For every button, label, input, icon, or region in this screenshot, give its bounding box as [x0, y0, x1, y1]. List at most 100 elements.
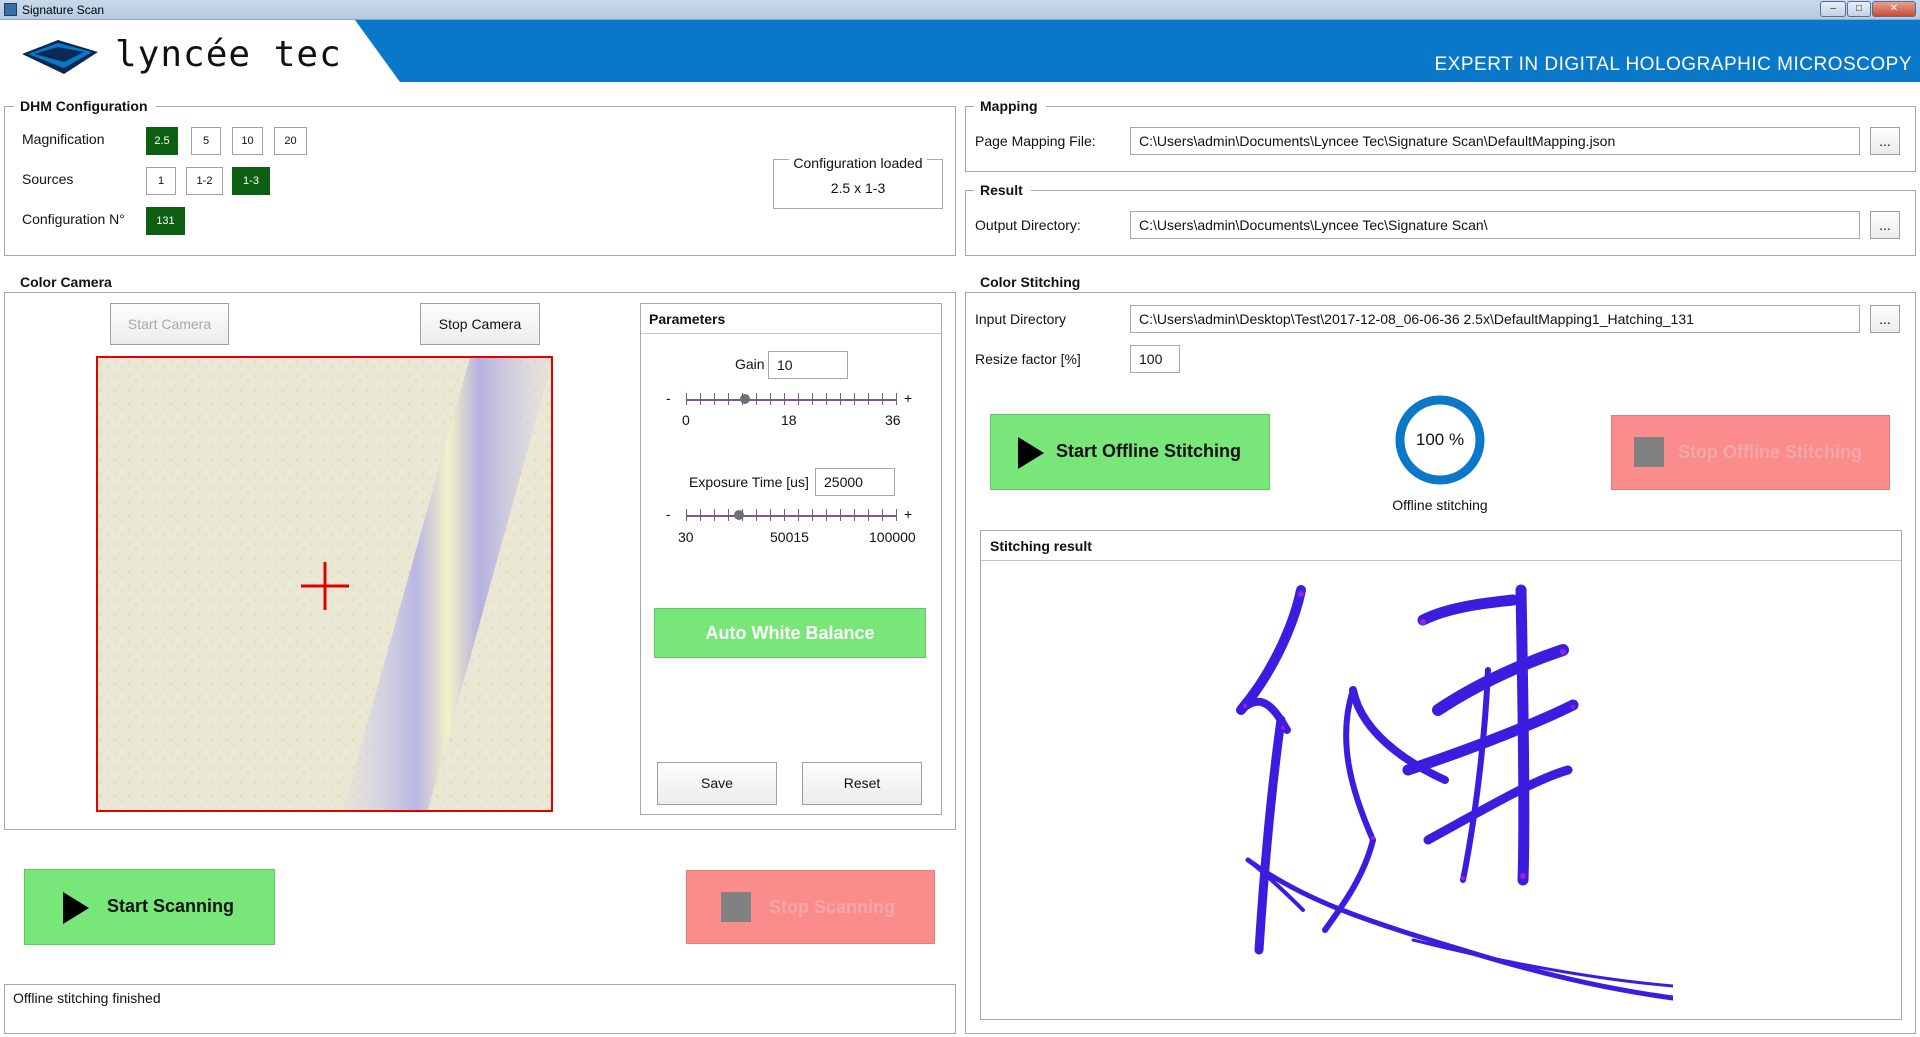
crosshair-icon	[301, 562, 349, 610]
progress-label: Offline stitching	[1392, 497, 1488, 513]
magnification-10-button[interactable]: 10	[232, 127, 263, 155]
gain-input[interactable]: 10	[768, 351, 848, 379]
stop-scanning-button[interactable]: Stop Scanning	[686, 870, 935, 944]
stitching-result-title: Stitching result	[990, 538, 1092, 554]
auto-white-balance-button[interactable]: Auto White Balance	[654, 608, 926, 658]
slider-tick	[812, 509, 813, 521]
app-header: lyncée tec EXPERT IN DIGITAL HOLOGRAPHIC…	[0, 20, 1920, 82]
maximize-icon[interactable]: □	[1847, 1, 1871, 17]
slider-tick	[784, 393, 785, 405]
magnification-5-button[interactable]: 5	[191, 127, 221, 155]
slider-tick	[854, 509, 855, 521]
start-scanning-button[interactable]: Start Scanning	[24, 869, 275, 945]
source-1-button[interactable]: 1	[146, 167, 176, 195]
config-status-title-text: Configuration loaded	[789, 155, 927, 171]
slider-tick	[826, 393, 827, 405]
start-offline-stitching-button[interactable]: Start Offline Stitching	[990, 414, 1270, 490]
close-icon[interactable]: ✕	[1872, 1, 1916, 17]
mapping-file-input[interactable]: C:\Users\admin\Documents\Lyncee Tec\Sign…	[1130, 127, 1860, 155]
gain-minus-button[interactable]: -	[666, 390, 671, 406]
stop-camera-button[interactable]: Stop Camera	[420, 303, 540, 345]
slider-tick	[784, 509, 785, 521]
mapping-browse-button[interactable]: ...	[1870, 127, 1900, 155]
slider-tick	[882, 509, 883, 521]
stop-offline-stitching-button[interactable]: Stop Offline Stitching	[1611, 415, 1890, 490]
start-camera-button[interactable]: Start Camera	[110, 303, 229, 345]
slider-tick	[868, 509, 869, 521]
minimize-icon[interactable]: –	[1820, 1, 1846, 17]
input-directory-input[interactable]: C:\Users\admin\Desktop\Test\2017-12-08_0…	[1130, 305, 1860, 333]
exposure-slider-track	[686, 515, 896, 517]
magnification-label: Magnification	[22, 131, 105, 147]
exposure-tick-min: 30	[678, 529, 694, 545]
play-icon	[63, 892, 89, 924]
slider-tick	[686, 393, 687, 405]
exposure-tick-mid: 50015	[770, 529, 809, 545]
slider-tick	[700, 393, 701, 405]
slider-tick	[742, 393, 743, 405]
output-directory-label: Output Directory:	[975, 217, 1081, 233]
magnification-2.5-button[interactable]: 2.5	[146, 127, 178, 155]
source-1-3-button[interactable]: 1-3	[232, 167, 270, 195]
slider-tick	[700, 509, 701, 521]
gain-slider[interactable]	[686, 391, 897, 407]
slider-tick	[798, 393, 799, 405]
brand-name: lyncée tec	[115, 34, 342, 75]
lyncee-logo-icon	[22, 40, 98, 74]
config-status-title: Configuration loaded	[773, 155, 943, 171]
configuration-number-label: Configuration N°	[22, 211, 125, 227]
mapping-title: Mapping	[974, 98, 1046, 114]
exposure-label: Exposure Time [us]	[689, 474, 809, 490]
stop-scanning-label: Stop Scanning	[769, 897, 895, 917]
slider-tick	[742, 509, 743, 521]
slider-tick	[728, 509, 729, 521]
exposure-slider[interactable]	[686, 507, 897, 523]
slider-tick	[714, 509, 715, 521]
slider-tick	[798, 509, 799, 521]
gain-plus-button[interactable]: +	[904, 390, 912, 406]
parameters-group	[640, 303, 942, 815]
slider-tick	[756, 393, 757, 405]
status-text: Offline stitching finished	[13, 990, 161, 1006]
slider-tick	[840, 393, 841, 405]
stop-icon	[721, 892, 751, 922]
start-scanning-label: Start Scanning	[107, 896, 235, 916]
slider-tick	[896, 393, 897, 405]
gain-tick-max: 36	[885, 412, 901, 428]
color-camera-title: Color Camera	[14, 274, 120, 290]
config-status-value: 2.5 x 1-3	[830, 180, 886, 196]
parameters-title: Parameters	[649, 311, 726, 327]
resize-factor-input[interactable]: 100	[1130, 345, 1180, 373]
input-browse-button[interactable]: ...	[1870, 305, 1900, 333]
reset-button[interactable]: Reset	[802, 762, 922, 805]
gain-label: Gain	[735, 356, 765, 372]
slider-tick	[770, 393, 771, 405]
exposure-plus-button[interactable]: +	[904, 506, 912, 522]
stop-offline-stitching-label: Stop Offline Stitching	[1678, 442, 1862, 462]
play-icon	[1018, 437, 1044, 469]
magnification-20-button[interactable]: 20	[274, 127, 307, 155]
mapping-file-label: Page Mapping File:	[975, 133, 1096, 149]
source-1-2-button[interactable]: 1-2	[186, 167, 223, 195]
start-offline-stitching-label: Start Offline Stitching	[1056, 441, 1242, 461]
camera-view[interactable]	[96, 356, 553, 812]
slider-tick	[728, 393, 729, 405]
save-button[interactable]: Save	[657, 762, 777, 805]
slider-tick	[896, 509, 897, 521]
resize-factor-label: Resize factor [%]	[975, 351, 1081, 367]
stitching-result-header	[981, 531, 1901, 561]
exposure-tick-max: 100000	[869, 529, 916, 545]
slider-tick	[854, 393, 855, 405]
exposure-input[interactable]: 25000	[815, 468, 895, 496]
app-icon	[4, 3, 17, 16]
stop-icon	[1634, 437, 1664, 467]
slider-tick	[686, 509, 687, 521]
slider-tick	[868, 393, 869, 405]
exposure-minus-button[interactable]: -	[666, 506, 671, 522]
configuration-number-value: 131	[146, 207, 185, 235]
output-directory-input[interactable]: C:\Users\admin\Documents\Lyncee Tec\Sign…	[1130, 211, 1860, 239]
output-browse-button[interactable]: ...	[1870, 211, 1900, 239]
input-directory-label: Input Directory	[975, 311, 1067, 327]
signature-image	[1236, 584, 1673, 1001]
sources-label: Sources	[22, 171, 74, 187]
